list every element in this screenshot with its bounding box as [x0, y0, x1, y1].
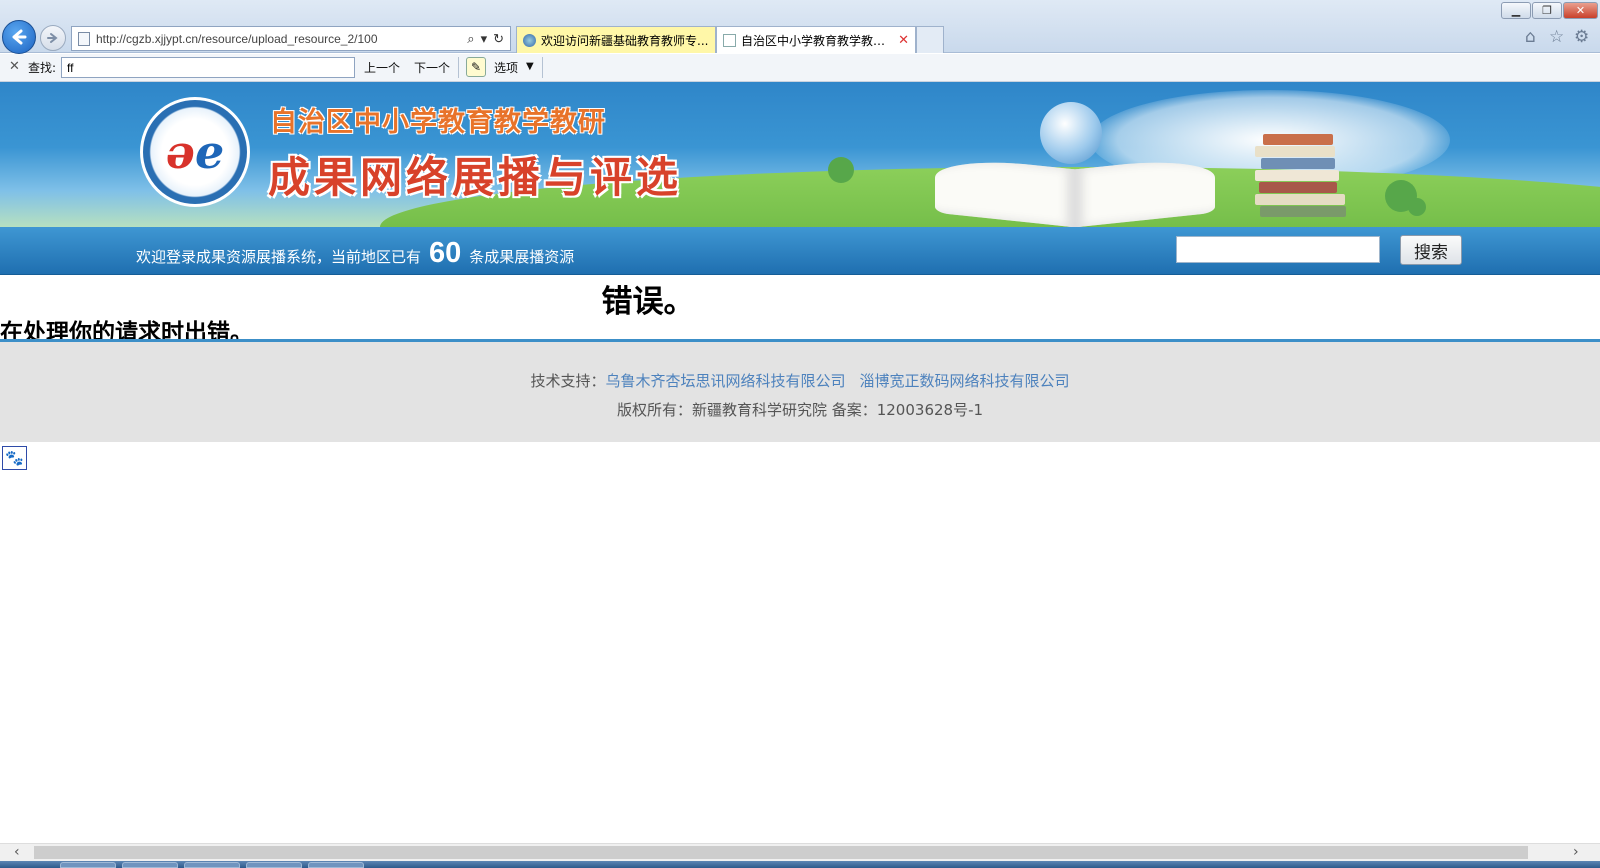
window-close-button[interactable]: ✕ — [1563, 2, 1598, 19]
copyright-text: 版权所有：新疆教育科学研究院 备案：12003628号-1 — [616, 401, 984, 419]
address-bar[interactable]: http://cgzb.xjjypt.cn/resource/upload_re… — [71, 26, 511, 51]
minimize-button[interactable]: ▁ — [1501, 2, 1531, 19]
site-footer: 技术支持：乌鲁木齐杏坛思讯网络科技有限公司 淄博宽正数码网络科技有限公司 版权所有… — [0, 339, 1600, 442]
institute-logo: əe — [140, 97, 250, 207]
divider — [542, 57, 543, 78]
page-favicon-icon — [723, 33, 736, 47]
find-input[interactable] — [61, 57, 355, 78]
scroll-left-icon[interactable]: ‹ — [14, 844, 20, 860]
support-link-2[interactable]: 淄博宽正数码网络科技有限公司 — [860, 372, 1070, 390]
tech-support-label: 技术支持： — [530, 372, 606, 390]
open-book-graphic — [935, 154, 1215, 227]
globe-graphic — [1040, 102, 1102, 164]
logo-mark: əe — [165, 125, 225, 179]
site-favicon-icon — [523, 33, 536, 47]
find-next-button[interactable]: 下一个 — [414, 59, 450, 76]
divider — [458, 57, 459, 78]
tree-graphic — [1408, 198, 1426, 216]
find-label: 查找: — [28, 61, 57, 75]
taskbar-button[interactable] — [246, 862, 302, 868]
taskbar-button[interactable] — [308, 862, 364, 868]
search-input[interactable] — [1176, 236, 1380, 263]
os-taskbar — [0, 861, 1600, 868]
find-close-icon[interactable]: ✕ — [9, 59, 20, 74]
tab-close-icon[interactable]: ✕ — [898, 33, 909, 48]
star-icon[interactable]: ☆ — [1549, 27, 1564, 47]
forward-button[interactable] — [40, 25, 66, 51]
paw-icon[interactable]: 🐾 — [2, 446, 27, 470]
banner-title-line-1: 自治区中小学教育教学教研 — [270, 107, 606, 138]
tree-graphic — [828, 157, 854, 183]
tab-title: 自治区中小学教育教学教研... — [741, 33, 895, 48]
chevron-down-icon[interactable]: ▼ — [526, 61, 534, 72]
restore-button[interactable]: ❐ — [1532, 2, 1562, 19]
support-link-1[interactable]: 乌鲁木齐杏坛思讯网络科技有限公司 — [605, 372, 845, 390]
taskbar-button[interactable] — [184, 862, 240, 868]
refresh-icon[interactable]: ↻ — [493, 31, 504, 47]
welcome-prefix: 欢迎登录成果资源展播系统，当前地区已有 — [136, 248, 422, 266]
site-banner: əe 自治区中小学教育教学教研 成果网络展播与评选 — [0, 82, 1600, 227]
banner-title-line-2: 成果网络展播与评选 — [268, 153, 683, 202]
book-stack-graphic — [1255, 134, 1350, 222]
find-previous-button[interactable]: 上一个 — [364, 59, 400, 76]
resource-count: 60 — [429, 237, 462, 269]
address-url[interactable]: http://cgzb.xjjypt.cn/resource/upload_re… — [96, 32, 467, 46]
new-tab-button[interactable] — [916, 26, 944, 53]
welcome-suffix: 条成果展播资源 — [469, 248, 575, 266]
welcome-bar: 欢迎登录成果资源展播系统，当前地区已有 60 条成果展播资源 搜索 — [0, 227, 1600, 275]
scrollbar-thumb[interactable] — [34, 846, 1528, 859]
page-icon — [78, 31, 90, 46]
browser-chrome: http://cgzb.xjjypt.cn/resource/upload_re… — [0, 0, 1600, 54]
find-bar: ✕ 查找: 上一个 下一个 ✎ 选项 ▼ — [0, 54, 1600, 82]
find-options-button[interactable]: 选项 — [494, 59, 518, 76]
forward-arrow-icon — [47, 33, 58, 43]
highlight-pencil-icon[interactable]: ✎ — [466, 57, 486, 77]
back-arrow-icon — [12, 29, 27, 45]
browser-tab-active[interactable]: 自治区中小学教育教学教研... ✕ — [716, 26, 916, 53]
scroll-right-icon[interactable]: › — [1573, 844, 1579, 860]
taskbar-button[interactable] — [122, 862, 178, 868]
welcome-text: 欢迎登录成果资源展播系统，当前地区已有 60 条成果展播资源 — [136, 237, 574, 270]
home-icon[interactable]: ⌂ — [1525, 27, 1536, 47]
search-button[interactable]: 搜索 — [1400, 235, 1462, 265]
back-button[interactable] — [2, 20, 36, 54]
tech-support-line: 技术支持：乌鲁木齐杏坛思讯网络科技有限公司 淄博宽正数码网络科技有限公司 — [0, 370, 1600, 391]
address-dropdown-icon[interactable]: ▾ — [481, 31, 488, 47]
gear-icon[interactable]: ⚙ — [1574, 27, 1589, 47]
browser-tab[interactable]: 欢迎访问新疆基础教育教师专... — [516, 26, 716, 53]
tab-title: 欢迎访问新疆基础教育教师专... — [541, 33, 709, 48]
horizontal-scrollbar[interactable]: ‹ › — [0, 843, 1600, 861]
taskbar-button[interactable] — [60, 862, 116, 868]
address-search-icon[interactable]: ⌕ — [467, 31, 474, 47]
